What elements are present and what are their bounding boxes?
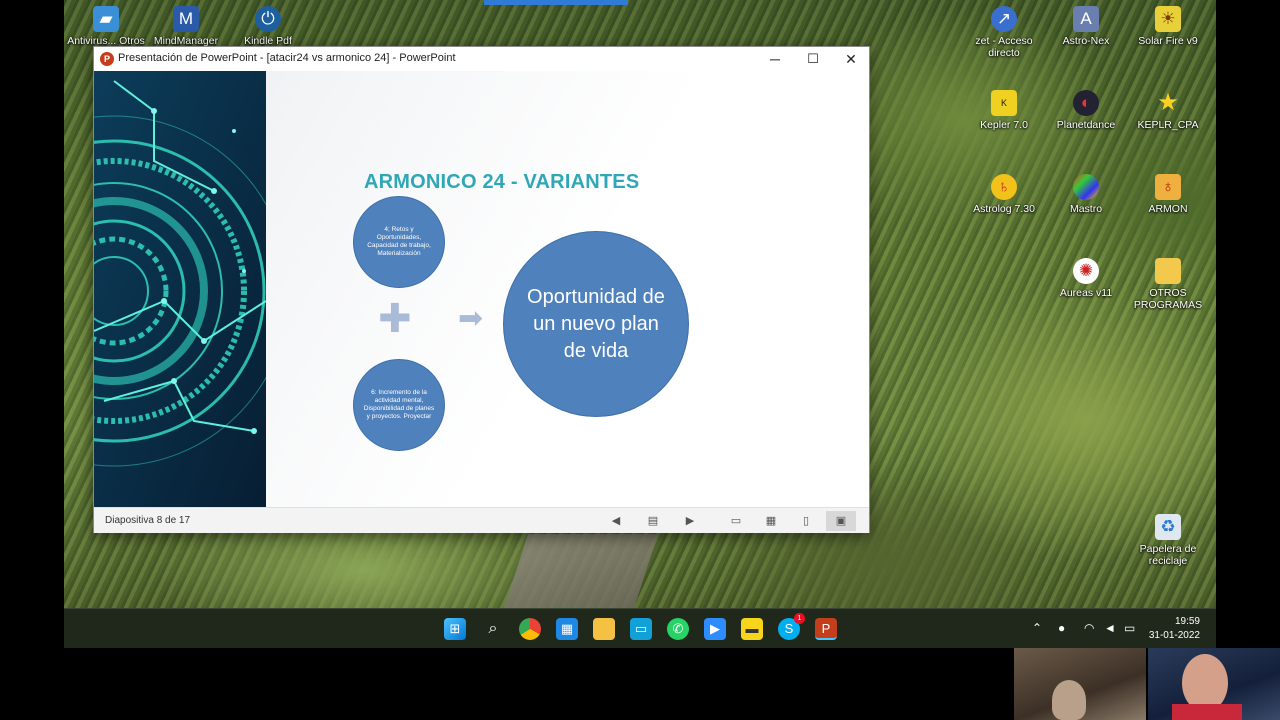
desktop-icon-mindmanager[interactable]: M MindManager (144, 6, 228, 47)
desktop-icon-antivirus[interactable]: ▰ Antivirus... Otros (64, 6, 148, 47)
recycle-bin-icon: ♻ (1155, 514, 1181, 540)
clock[interactable]: 19:59 31-01-2022 (1149, 615, 1200, 643)
mastro-icon (1073, 174, 1099, 200)
webcam-participant-1 (1014, 648, 1146, 720)
planetdance-icon: ◐ (1073, 90, 1099, 116)
desktop-icon-mastro[interactable]: Mastro (1044, 174, 1128, 215)
solar-fire-icon: ☀ (1155, 6, 1181, 32)
battery-icon[interactable]: ▭ (1124, 620, 1135, 636)
participant-1-face (1052, 680, 1086, 720)
desktop-icon-keplr-cpa[interactable]: ★ KEPLR_CPA (1126, 89, 1210, 132)
desktop-icon-aureas[interactable]: ✺ Aureas v11 (1044, 258, 1128, 299)
slideshow-statusbar: Diapositiva 8 de 17 ◀ ▤ ▶ ▭ ▦ ▯ ▣ (94, 507, 869, 533)
slide-sorter-button[interactable]: ▦ (760, 511, 782, 531)
powerpoint-window[interactable]: P Presentación de PowerPoint - [atacir24… (93, 46, 870, 533)
slide-title: ARMONICO 24 - VARIANTES (364, 171, 640, 193)
powerpoint-app-icon: P (100, 52, 114, 66)
screen: ▰ Antivirus... Otros M MindManager ⏻ Kin… (0, 0, 1280, 720)
folder-icon (1155, 258, 1181, 284)
window-title: Presentación de PowerPoint - [atacir24 v… (118, 52, 456, 64)
slide-canvas[interactable]: ARMONICO 24 - VARIANTES 4; Retos y Oport… (94, 71, 869, 507)
desktop-icon-astrolog[interactable]: ♄ Astrolog 7.30 (962, 174, 1046, 215)
reading-view-button[interactable]: ▯ (795, 511, 817, 531)
desktop-icon-solar-fire[interactable]: ☀ Solar Fire v9 (1126, 6, 1210, 47)
participant-2-shirt (1172, 704, 1242, 720)
desktop-icon-otros-programas[interactable]: OTROS PROGRAMAS (1126, 258, 1210, 311)
normal-view-button[interactable]: ▭ (725, 511, 747, 531)
sticky-notes-icon[interactable]: ▬ (741, 618, 763, 640)
desktop-icon-planetdance[interactable]: ◐ Planetdance (1044, 90, 1128, 131)
power-icon: ⏻ (255, 6, 281, 32)
antivirus-folder-icon: ▰ (93, 6, 119, 32)
show-hidden-icons-chevron-up-icon[interactable]: ⌃ (1032, 620, 1042, 636)
clock-time: 19:59 (1174, 616, 1200, 627)
astrolog-icon: ♄ (991, 174, 1017, 200)
minimize-button[interactable]: ─ (756, 47, 794, 71)
next-slide-button[interactable]: ▶ (679, 511, 701, 531)
aureas-icon: ✺ (1073, 258, 1099, 284)
plus-icon: ✚ (378, 297, 412, 341)
arrow-right-icon: ➡ (458, 302, 484, 335)
zet-icon: ↗ (991, 6, 1017, 32)
slide-menu-button[interactable]: ▤ (642, 511, 664, 531)
search-icon[interactable]: ⌕ (482, 618, 504, 640)
slide-decoration-tech-circles (94, 71, 266, 507)
desktop-icon-kindle[interactable]: ⏻ Kindle Pdf (226, 6, 310, 47)
start-icon[interactable]: ⊞ (444, 618, 466, 640)
volume-icon[interactable]: ◄ (1104, 620, 1116, 636)
powerpoint-taskbar-icon[interactable]: P (815, 618, 837, 640)
maximize-button[interactable]: ☐ (794, 47, 832, 71)
microphone-icon[interactable]: ● (1058, 620, 1065, 636)
top-window-edge (484, 0, 628, 5)
wallpaper-bridge (503, 534, 659, 608)
calendar-icon[interactable]: ▦ (556, 618, 578, 640)
circle-actividad-mental: 6: Incremento de la actividad mental, Di… (353, 359, 445, 451)
slideshow-button[interactable]: ▣ (826, 511, 856, 531)
astro-nex-icon: A (1073, 6, 1099, 32)
desktop-icon-kepler[interactable]: K Kepler 7.0 (962, 90, 1046, 131)
star-icon: ★ (1157, 89, 1179, 116)
circle-retos-oportunidades: 4; Retos y Oportunidades, Capacidad de t… (353, 196, 445, 288)
taskbar: ⊞ ⌕ ▦ ▭ ✆ ▶ ▬ S 1 P ⌃ ● ◠ ◄ ▭ 19:59 31-0… (64, 608, 1216, 648)
close-button[interactable]: ✕ (832, 47, 870, 71)
wifi-icon[interactable]: ◠ (1084, 620, 1094, 636)
desktop-icon-recycle-bin[interactable]: ♻ Papelera de reciclaje (1126, 514, 1210, 567)
webcam-participant-2 (1148, 648, 1280, 720)
window-titlebar[interactable]: P Presentación de PowerPoint - [atacir24… (94, 47, 869, 71)
file-explorer-icon[interactable] (593, 618, 615, 640)
skype-notification-badge: 1 (794, 613, 805, 624)
kepler-icon: K (991, 90, 1017, 116)
armon-icon: ♁ (1155, 174, 1181, 200)
mindmanager-icon: M (173, 6, 199, 32)
slide-counter: Diapositiva 8 de 17 (105, 515, 191, 526)
desktop-icon-armon[interactable]: ♁ ARMON (1126, 174, 1210, 215)
skype-icon[interactable]: S 1 (778, 613, 805, 640)
chrome-icon[interactable] (519, 618, 541, 640)
previous-slide-button[interactable]: ◀ (605, 511, 627, 531)
zoom-icon[interactable]: ▶ (704, 618, 726, 640)
clock-date: 31-01-2022 (1148, 630, 1200, 641)
circle-oportunidad-plan-de-vida: Oportunidad de un nuevo plan de vida (503, 231, 689, 417)
desktop-icon-zet[interactable]: ↗ zet - Acceso directo (962, 6, 1046, 59)
desktop-icon-astro-nex[interactable]: A Astro-Nex (1044, 6, 1128, 47)
whatsapp-icon[interactable]: ✆ (667, 618, 689, 640)
remote-desktop-icon[interactable]: ▭ (630, 618, 652, 640)
